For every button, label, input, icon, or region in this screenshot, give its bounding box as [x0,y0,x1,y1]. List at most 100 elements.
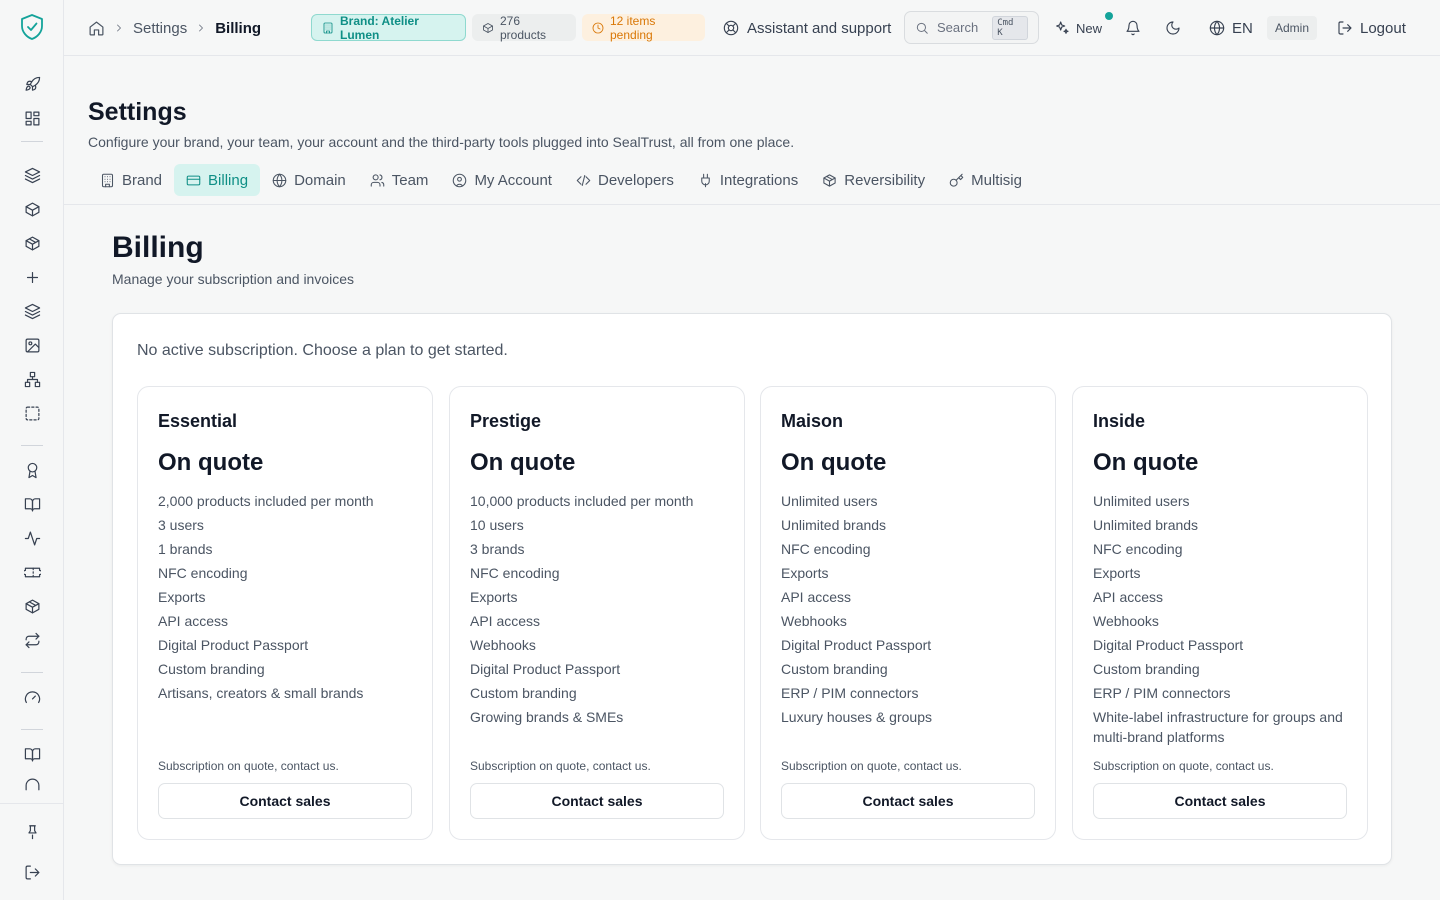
pending-chip[interactable]: 12 items pending [582,14,705,42]
plan-feature: Webhooks [470,637,536,653]
package-check-icon[interactable] [22,596,42,616]
brand-chip-label: Brand: Atelier Lumen [340,13,419,42]
breadcrumb-settings-link[interactable]: Settings [133,20,187,37]
repeat-icon[interactable] [22,630,42,650]
activity-icon[interactable] [22,528,42,548]
tab-label: My Account [474,171,552,189]
language-label: EN [1232,19,1253,37]
lifebuoy-icon [723,20,739,36]
layers-stack-icon[interactable] [22,301,42,321]
plan-feature: Webhooks [781,613,847,629]
plan-feature: 3 brands [470,541,525,557]
dashed-frame-icon[interactable] [22,403,42,423]
plan-feature: Custom branding [158,661,265,677]
language-selector[interactable]: EN [1209,0,1253,56]
plan-feature: API access [781,589,852,605]
billing-subtitle: Manage your subscription and invoices [112,271,355,287]
plug-icon [698,173,713,188]
contact-sales-button[interactable]: Contact sales [470,783,724,819]
pin-icon[interactable] [22,821,42,841]
plan-price: On quote [1093,449,1199,476]
settings-tabs: Brand Billing Domain Team My Account Dev… [88,164,1034,196]
plan-feature: Exports [470,589,518,605]
home-icon[interactable] [88,20,105,37]
plan-card-essential: Essential On quote 2,000 products includ… [137,386,433,840]
headphones-icon[interactable] [22,777,42,791]
plan-feature: Exports [781,565,829,581]
tab-multisig[interactable]: Multisig [937,164,1034,196]
page-subtitle: Configure your brand, your team, your ac… [88,134,795,150]
theme-toggle[interactable] [1165,0,1181,56]
new-button[interactable]: New [1054,0,1113,56]
box-icon[interactable] [22,199,42,219]
plan-feature: API access [158,613,229,629]
sitemap-icon[interactable] [22,369,42,389]
plan-note: Subscription on quote, contact us. [1093,759,1274,773]
contact-sales-button[interactable]: Contact sales [1093,783,1347,819]
tab-billing[interactable]: Billing [174,164,261,196]
layers-icon[interactable] [22,165,42,185]
tab-label: Developers [597,171,674,189]
plan-features: 10,000 products included per month 10 us… [470,491,726,731]
contact-sales-button[interactable]: Contact sales [781,783,1035,819]
tab-domain[interactable]: Domain [260,164,358,196]
package-icon [822,173,837,188]
contact-sales-button[interactable]: Contact sales [158,783,412,819]
notifications-button[interactable] [1125,0,1141,56]
moon-icon [1165,20,1181,36]
ticket-icon[interactable] [22,562,42,582]
tab-label: Integrations [719,171,799,189]
plan-feature: Digital Product Passport [1093,637,1244,653]
sidebar-divider [21,672,43,673]
sidebar-logout-icon[interactable] [22,862,42,882]
dashboard-grid-icon[interactable] [22,108,42,128]
rocket-icon[interactable] [22,74,42,94]
book-icon[interactable] [22,744,42,764]
logout-button[interactable]: Logout [1337,0,1406,56]
shield-check-logo-icon[interactable] [20,13,44,41]
role-badge: Admin [1267,16,1318,40]
plan-note: Subscription on quote, contact us. [781,759,962,773]
clock-icon [592,22,604,34]
plan-features: Unlimited users Unlimited brands NFC enc… [1093,491,1349,751]
tab-integrations[interactable]: Integrations [686,164,810,196]
plan-name: Inside [1093,411,1146,431]
sidebar-divider [21,445,43,446]
gauge-icon[interactable] [22,687,42,707]
page-title: Settings [88,98,187,126]
award-icon[interactable] [22,460,42,480]
products-chip[interactable]: 276 products [472,13,576,42]
tab-reversibility[interactable]: Reversibility [810,164,937,196]
tab-my-account[interactable]: My Account [440,164,564,196]
plan-price: On quote [158,449,264,476]
plan-features: 2,000 products included per month 3 user… [158,491,414,707]
plan-feature: Luxury houses & groups [781,709,932,725]
plus-icon[interactable] [22,267,42,287]
billing-title: Billing [112,231,204,264]
assistant-support-button[interactable]: Assistant and support [723,0,891,56]
plan-feature: NFC encoding [470,565,560,581]
package-icon[interactable] [22,233,42,253]
topbar: Settings Billing Brand: Atelier Lumen 27… [64,0,1440,56]
plan-feature: Unlimited users [781,493,878,509]
globe-icon [1209,20,1225,36]
brand-chip[interactable]: Brand: Atelier Lumen [311,13,466,42]
tab-developers[interactable]: Developers [564,164,686,196]
image-icon[interactable] [22,335,42,355]
tab-brand[interactable]: Brand [88,164,174,196]
globe-icon [272,173,287,188]
plan-feature: NFC encoding [158,565,248,581]
products-chip-label: 276 products [500,13,547,42]
key-icon [949,173,964,188]
users-icon [370,173,385,188]
plan-price: On quote [470,449,576,476]
search-input[interactable]: Search Cmd K [904,11,1039,44]
plan-feature: 3 users [158,517,204,533]
plan-feature: API access [470,613,541,629]
plan-feature: Webhooks [1093,613,1159,629]
book-open-icon[interactable] [22,494,42,514]
plan-feature: Digital Product Passport [781,637,932,653]
tab-team[interactable]: Team [358,164,441,196]
sidebar-divider [21,729,43,730]
user-circle-icon [452,173,467,188]
